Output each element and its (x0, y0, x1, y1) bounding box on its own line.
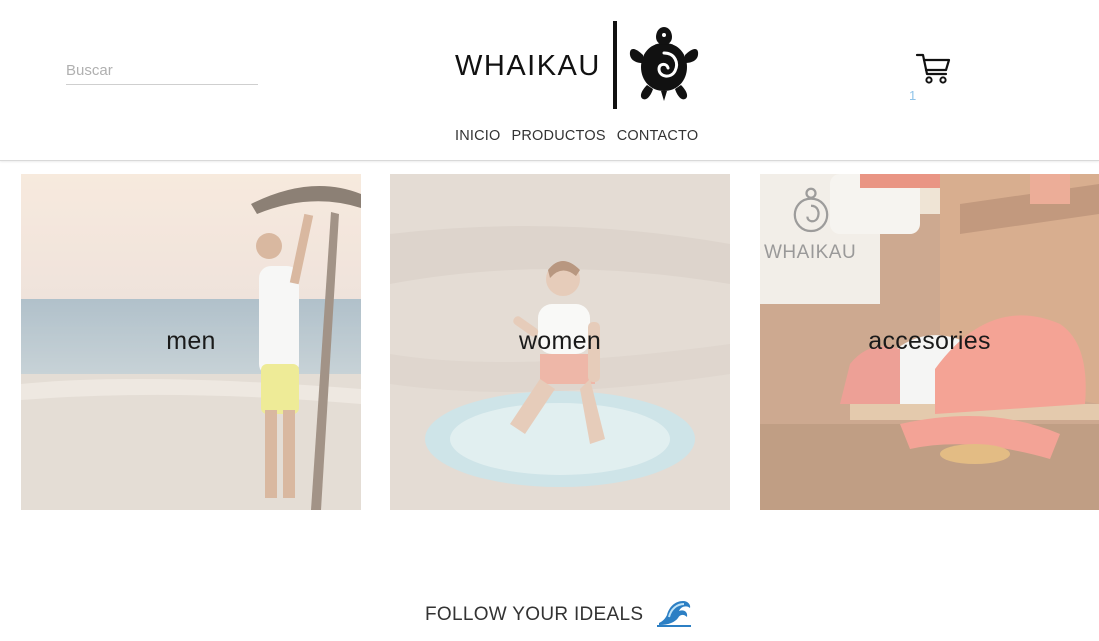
search-box[interactable] (66, 56, 258, 85)
category-label-men: men (166, 327, 216, 355)
category-tile-men[interactable]: men (21, 174, 361, 510)
water-wave-icon (657, 601, 692, 627)
cart-count-badge: 1 (909, 88, 917, 103)
shopping-cart-icon[interactable] (915, 52, 951, 86)
search-input[interactable] (66, 56, 258, 84)
tagline: FOLLOW YOUR IDEALS (425, 604, 644, 625)
nav-item-productos[interactable]: PRODUCTOS (512, 128, 606, 144)
category-tile-women[interactable]: women (390, 174, 730, 510)
nav-item-contacto[interactable]: CONTACTO (617, 128, 699, 144)
logo-divider (612, 21, 617, 109)
brand-name: WHAIKAU (455, 49, 601, 82)
category-tile-accesories[interactable]: WHAIKAU accesories (760, 174, 1099, 510)
follow-banner: FOLLOW YOUR IDEALS (425, 601, 692, 627)
category-label-women: women (518, 327, 602, 355)
main-nav: INICIO PRODUCTOS CONTACTO (455, 128, 709, 144)
turtle-icon (629, 27, 698, 101)
category-tiles: men women WHAIKAU accesories (21, 174, 1099, 510)
nav-item-inicio[interactable]: INICIO (455, 128, 501, 144)
category-label-accesories: accesories (868, 327, 991, 355)
site-header: WHAIKAU (0, 0, 1099, 161)
brand-logo[interactable]: WHAIKAU (455, 20, 699, 110)
